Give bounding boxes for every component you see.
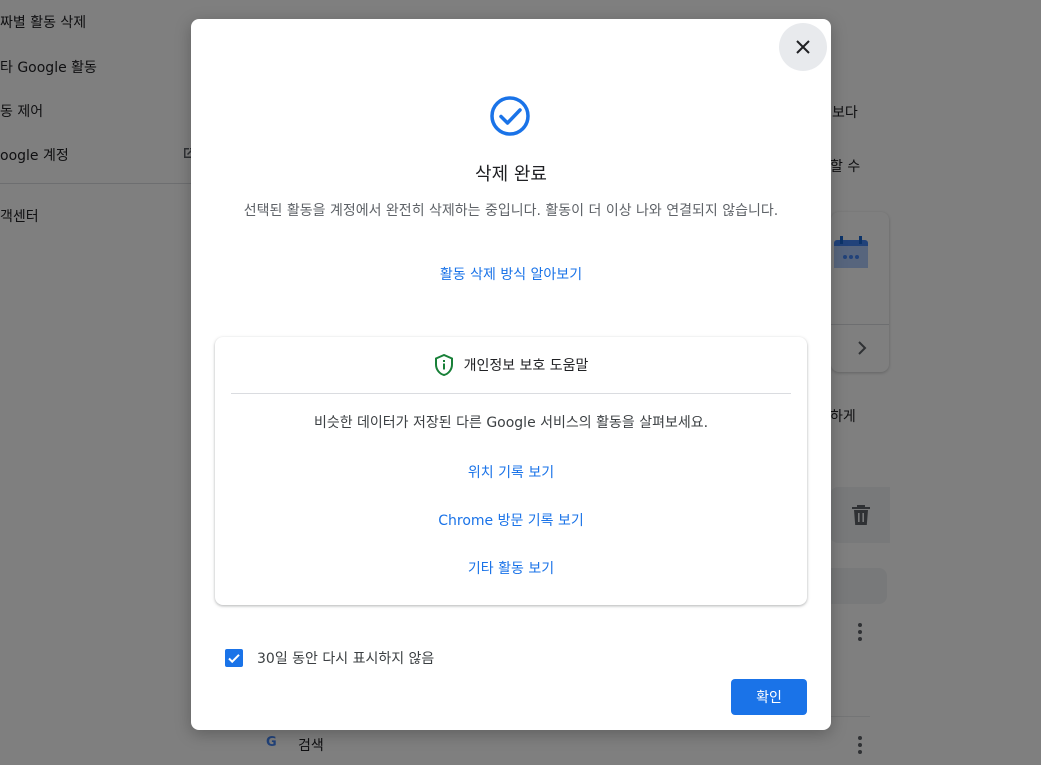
location-history-link[interactable]: 위치 기록 보기 [215, 462, 807, 482]
dont-show-again-checkbox[interactable] [225, 649, 243, 667]
checkmark-icon [228, 654, 240, 664]
dont-show-again-checkbox-row[interactable]: 30일 동안 다시 표시하지 않음 [225, 648, 434, 668]
dialog-description: 선택된 활동을 계정에서 완전히 삭제하는 중입니다. 활동이 더 이상 나와 … [243, 203, 779, 219]
check-circle-icon [490, 96, 530, 136]
learn-more-link[interactable]: 활동 삭제 방식 알아보기 [191, 264, 831, 284]
confirm-button[interactable]: 확인 [731, 679, 807, 715]
dialog-title: 삭제 완료 [475, 164, 547, 185]
other-activity-link[interactable]: 기타 활동 보기 [215, 558, 807, 578]
panel-description: 비슷한 데이터가 저장된 다른 Google 서비스의 활동을 살펴보세요. [313, 415, 709, 431]
close-icon [796, 40, 810, 54]
close-button[interactable] [779, 23, 827, 71]
privacy-tip-panel: 개인정보 보호 도움말 비슷한 데이터가 저장된 다른 Google 서비스의 … [215, 337, 807, 605]
chrome-history-link[interactable]: Chrome 방문 기록 보기 [215, 510, 807, 530]
dont-show-again-label: 30일 동안 다시 표시하지 않음 [257, 651, 435, 667]
shield-info-icon [434, 354, 453, 376]
deletion-complete-dialog: 삭제 완료 선택된 활동을 계정에서 완전히 삭제하는 중입니다. 활동이 더 … [191, 19, 831, 730]
panel-heading: 개인정보 보호 도움말 [463, 358, 589, 374]
panel-header: 개인정보 보호 도움말 [215, 353, 807, 377]
panel-divider [231, 393, 791, 394]
